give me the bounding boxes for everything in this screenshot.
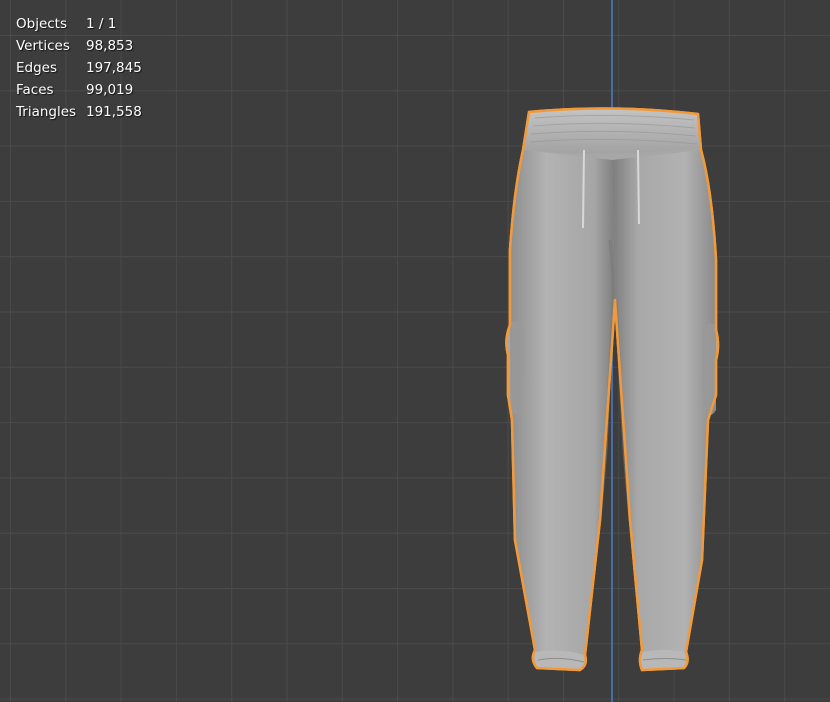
drawstring-left <box>582 149 585 229</box>
left-leg <box>510 150 615 660</box>
drawstring-right <box>637 149 640 225</box>
left-cargo-pocket <box>510 321 524 415</box>
3d-viewport[interactable]: Objects 1 / 1 Vertices 98,853 Edges 197,… <box>0 0 830 702</box>
selected-pants-mesh[interactable] <box>0 0 830 702</box>
right-leg <box>612 150 716 658</box>
